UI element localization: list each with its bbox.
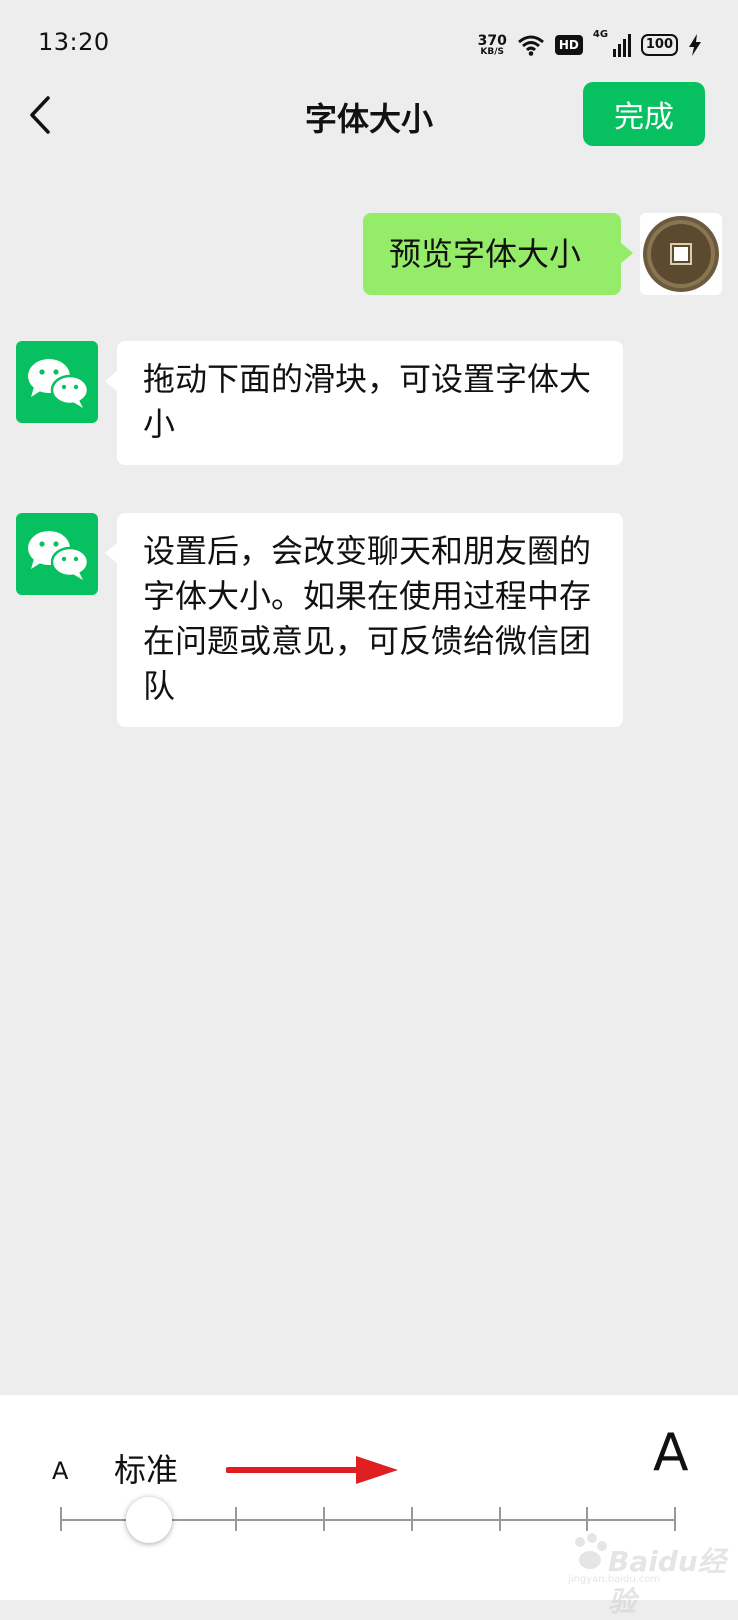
network-speed: 370 KB/S bbox=[478, 34, 507, 57]
network-speed-value: 370 bbox=[477, 32, 507, 49]
font-size-panel: A 标准 A Baidu经验 jingyan.baidu.com bbox=[0, 1395, 738, 1618]
wechat-logo-icon bbox=[28, 531, 90, 580]
watermark: Baidu经验 jingyan.baidu.com bbox=[568, 1530, 728, 1618]
status-time: 13:20 bbox=[38, 28, 110, 56]
slider-tick[interactable] bbox=[60, 1507, 62, 1531]
cellular-signal-icon: 4G bbox=[593, 29, 631, 57]
battery-level: 100 bbox=[645, 37, 673, 52]
battery-icon: 100 bbox=[640, 34, 678, 56]
nav-bar: 字体大小 完成 bbox=[0, 80, 738, 150]
coin-avatar-icon bbox=[643, 216, 719, 292]
network-type-label: 4G bbox=[592, 29, 609, 40]
slider-tick[interactable] bbox=[674, 1507, 676, 1531]
large-font-label: A bbox=[653, 1423, 689, 1483]
current-level-label: 标准 bbox=[114, 1451, 179, 1489]
watermark-url: jingyan.baidu.com bbox=[568, 1574, 661, 1585]
red-arrow-annotation bbox=[226, 1456, 398, 1484]
slider-tick[interactable] bbox=[323, 1507, 326, 1531]
wechat-avatar bbox=[16, 513, 98, 595]
user-avatar[interactable] bbox=[640, 213, 722, 295]
user-message-bubble: 预览字体大小 bbox=[363, 213, 633, 295]
wechat-logo-icon bbox=[28, 359, 90, 408]
slider-knob[interactable] bbox=[125, 1497, 172, 1543]
done-button[interactable]: 完成 bbox=[583, 82, 705, 146]
wifi-icon bbox=[517, 35, 544, 56]
status-icons: 370 KB/S HD 4G 100 bbox=[478, 29, 702, 60]
hd-badge: HD bbox=[554, 35, 583, 55]
network-speed-unit: KB/S bbox=[480, 46, 505, 57]
slider-tick[interactable] bbox=[235, 1507, 238, 1531]
charging-bolt-icon bbox=[689, 34, 701, 56]
slider-tick[interactable] bbox=[498, 1507, 501, 1531]
status-bar: 13:20 370 KB/S HD 4G 100 bbox=[0, 0, 738, 90]
small-font-label: A bbox=[52, 1457, 69, 1485]
slider-tick[interactable] bbox=[410, 1507, 413, 1531]
wechat-avatar bbox=[16, 341, 98, 423]
bot-message-bubble: 设置后，会改变聊天和朋友圈的字体大小。如果在使用过程中存在问题或意见，可反馈给微… bbox=[105, 513, 623, 727]
paw-icon bbox=[575, 1533, 607, 1569]
bot-message-bubble: 拖动下面的滑块，可设置字体大小 bbox=[105, 341, 623, 465]
slider-tick[interactable] bbox=[586, 1507, 589, 1531]
